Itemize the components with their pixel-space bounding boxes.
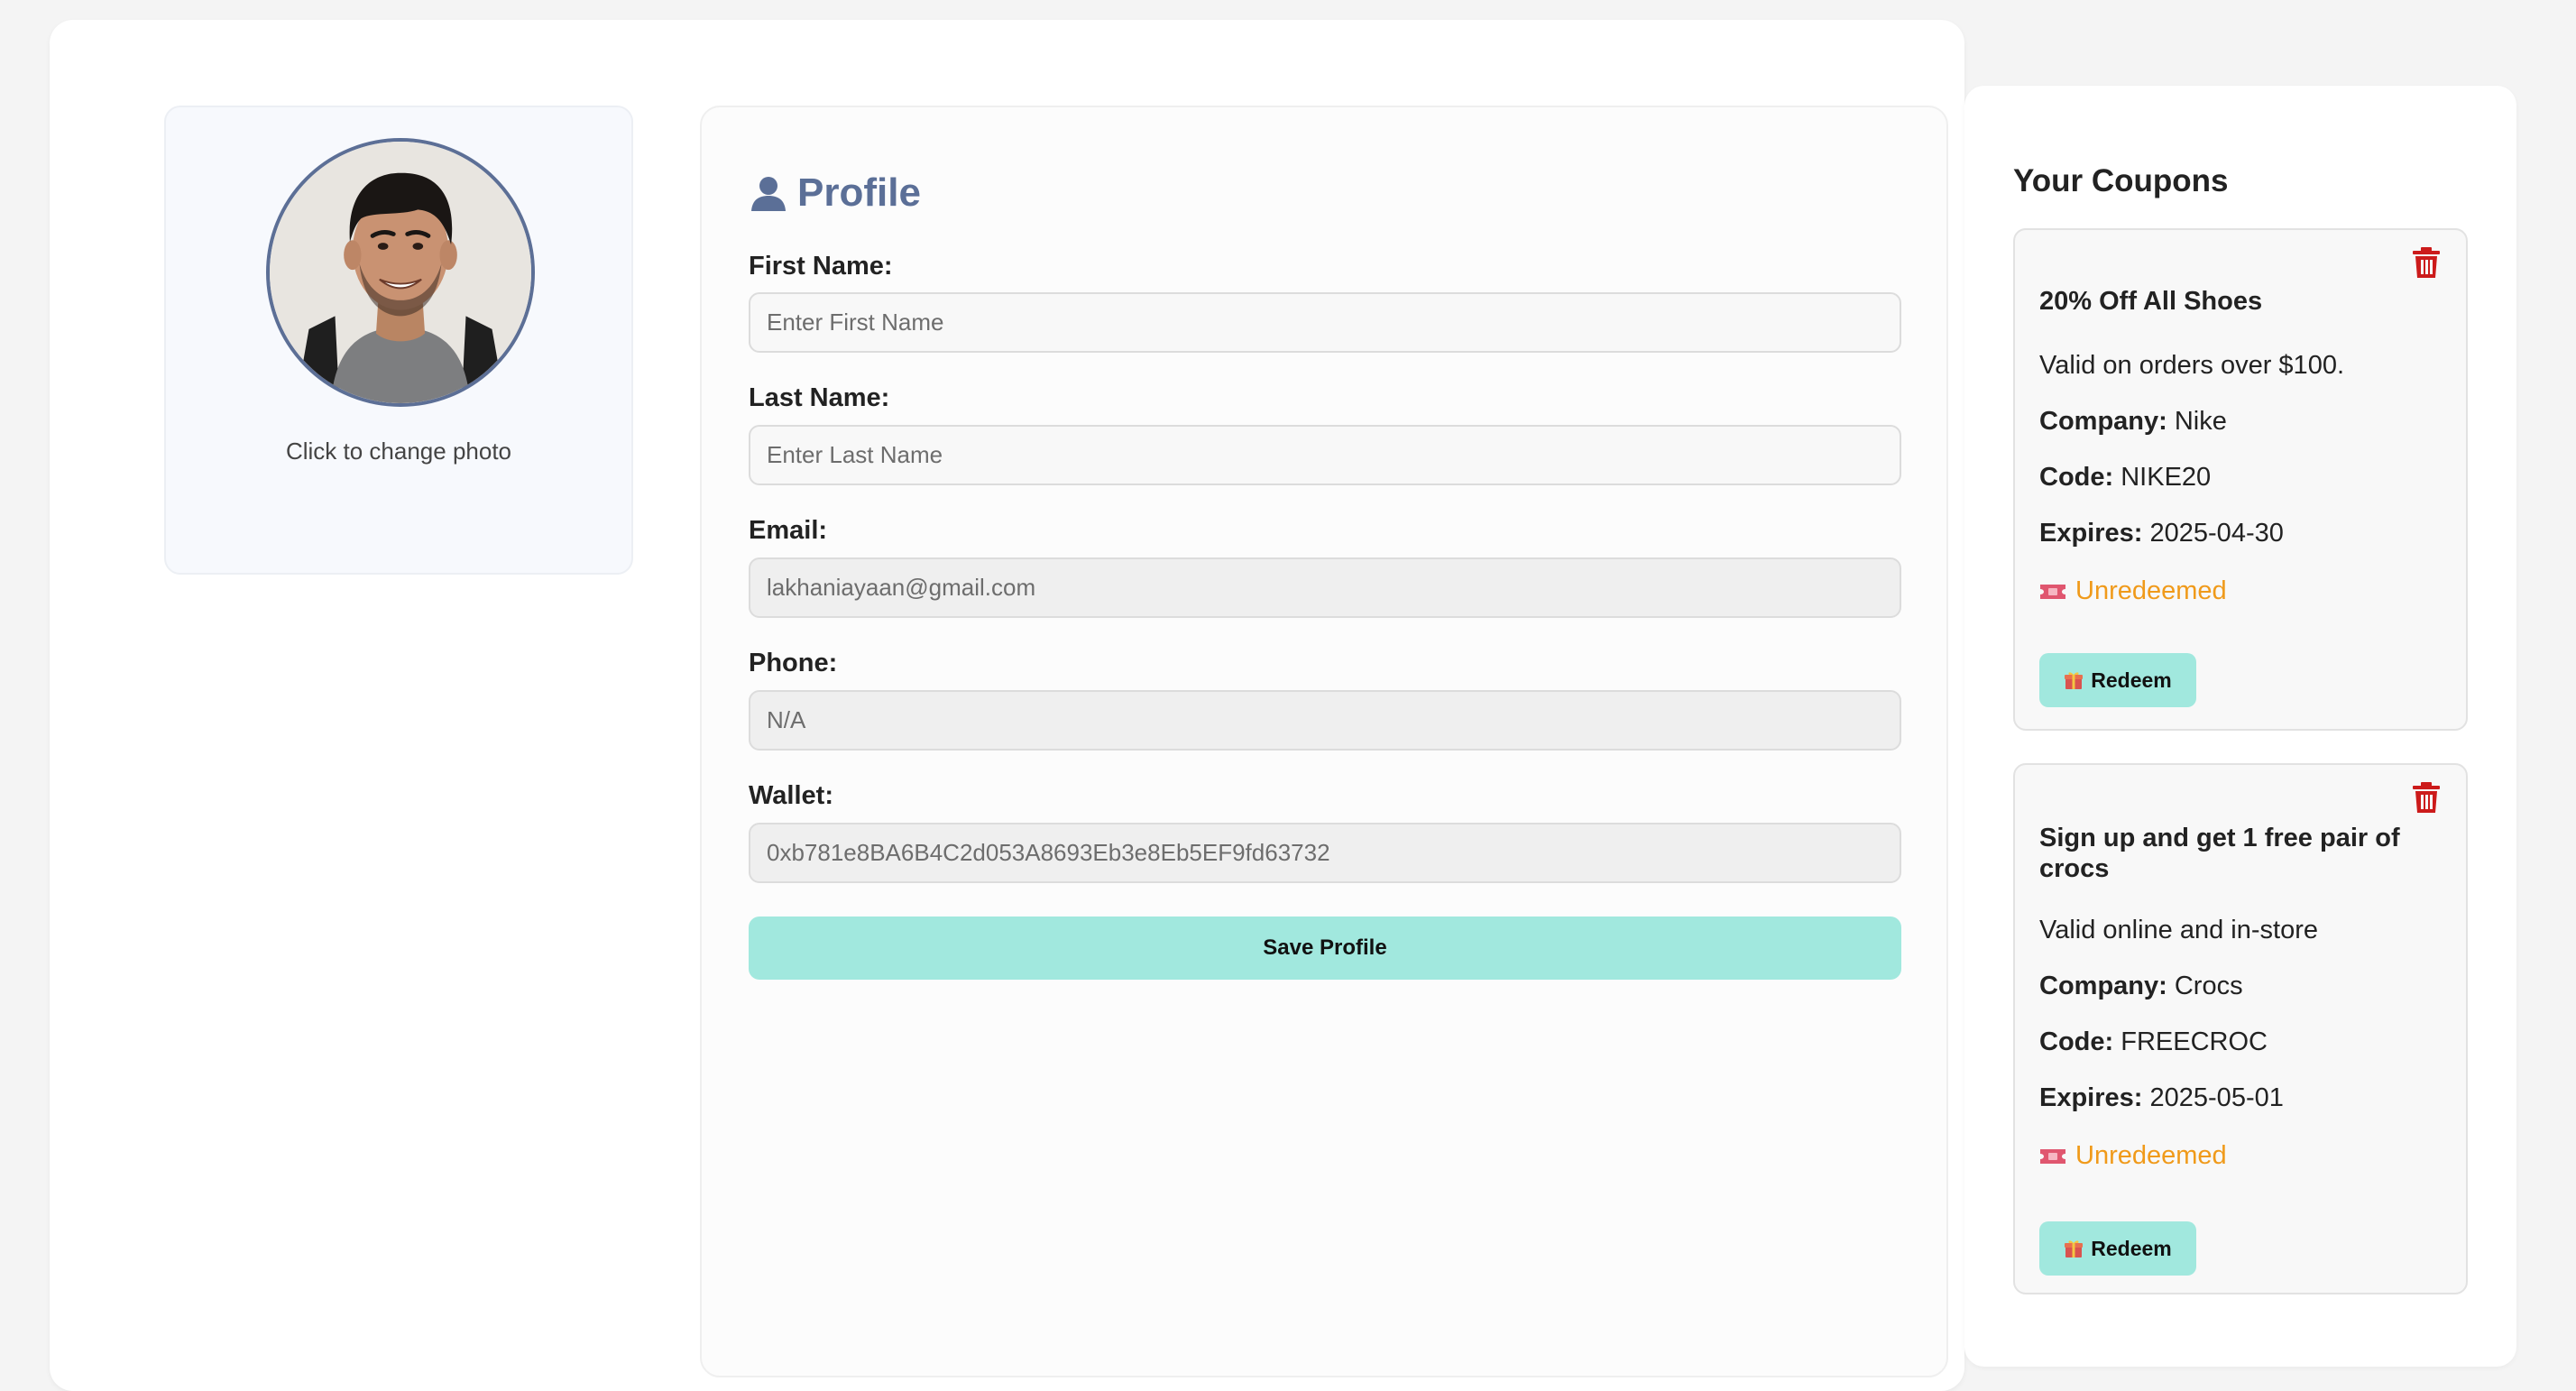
coupon-description: Valid on orders over $100.	[2039, 351, 2345, 380]
coupon-expires: Expires: 2025-04-30	[2039, 519, 2284, 548]
trash-icon[interactable]	[2412, 781, 2441, 814]
trash-icon[interactable]	[2412, 246, 2441, 279]
change-photo-caption[interactable]: Click to change photo	[166, 438, 631, 465]
code-value: NIKE20	[2121, 463, 2212, 492]
code-value: FREECROC	[2121, 1027, 2268, 1056]
email-field[interactable]	[749, 557, 1901, 618]
status-text: Unredeemed	[2075, 1141, 2227, 1170]
coupon-code: Code: NIKE20	[2039, 463, 2211, 493]
redeem-label: Redeem	[2091, 668, 2172, 692]
redeem-button[interactable]: Redeem	[2039, 1221, 2196, 1276]
company-label: Company:	[2039, 407, 2167, 436]
company-label: Company:	[2039, 972, 2167, 1000]
phone-label: Phone:	[749, 649, 838, 677]
expires-value: 2025-05-01	[2149, 1083, 2284, 1112]
email-label: Email:	[749, 516, 828, 545]
user-icon	[749, 173, 788, 213]
phone-field[interactable]	[749, 690, 1901, 751]
company-value: Nike	[2174, 407, 2227, 436]
first-name-input[interactable]	[749, 292, 1901, 353]
wallet-label: Wallet:	[749, 781, 833, 810]
page-title: Profile	[797, 170, 921, 215]
coupon-card: Sign up and get 1 free pair of crocs Val…	[2013, 763, 2468, 1294]
avatar-photo	[270, 142, 531, 403]
profile-heading: Profile	[749, 170, 921, 216]
coupon-expires: Expires: 2025-05-01	[2039, 1083, 2284, 1113]
coupon-code: Code: FREECROC	[2039, 1027, 2268, 1057]
coupon-description: Valid online and in-store	[2039, 916, 2318, 944]
save-profile-button[interactable]: Save Profile	[749, 917, 1901, 980]
code-label: Code:	[2039, 463, 2114, 492]
wallet-field[interactable]	[749, 823, 1901, 883]
expires-label: Expires:	[2039, 519, 2143, 548]
company-value: Crocs	[2174, 972, 2243, 1000]
redeem-button[interactable]: Redeem	[2039, 653, 2196, 707]
coupon-title: Sign up and get 1 free pair of crocs	[2039, 824, 2400, 883]
last-name-input[interactable]	[749, 425, 1901, 485]
gift-icon	[2064, 1239, 2084, 1258]
coupon-title: 20% Off All Shoes	[2039, 287, 2263, 316]
profile-panel: Profile First Name: Last Name: Email: Ph…	[700, 106, 1948, 1377]
coupon-company: Company: Nike	[2039, 407, 2227, 437]
expires-value: 2025-04-30	[2149, 519, 2284, 548]
redeem-label: Redeem	[2091, 1236, 2172, 1260]
gift-icon	[2064, 670, 2084, 690]
status-badge: Unredeemed	[2039, 1141, 2227, 1171]
coupons-heading: Your Coupons	[2013, 163, 2229, 198]
main-card: Click to change photo Profile First Name…	[50, 20, 1964, 1391]
coupon-card: 20% Off All Shoes Valid on orders over $…	[2013, 228, 2468, 731]
ticket-icon	[2039, 582, 2066, 602]
coupons-panel: Your Coupons 20% Off All Shoes Valid on …	[1964, 86, 2516, 1367]
expires-label: Expires:	[2039, 1083, 2143, 1112]
code-label: Code:	[2039, 1027, 2114, 1056]
photo-card: Click to change photo	[164, 106, 633, 575]
status-text: Unredeemed	[2075, 576, 2227, 605]
avatar[interactable]	[266, 138, 535, 407]
ticket-icon	[2039, 1147, 2066, 1166]
status-badge: Unredeemed	[2039, 576, 2227, 606]
last-name-label: Last Name:	[749, 383, 890, 412]
first-name-label: First Name:	[749, 252, 893, 281]
coupon-company: Company: Crocs	[2039, 972, 2243, 1001]
